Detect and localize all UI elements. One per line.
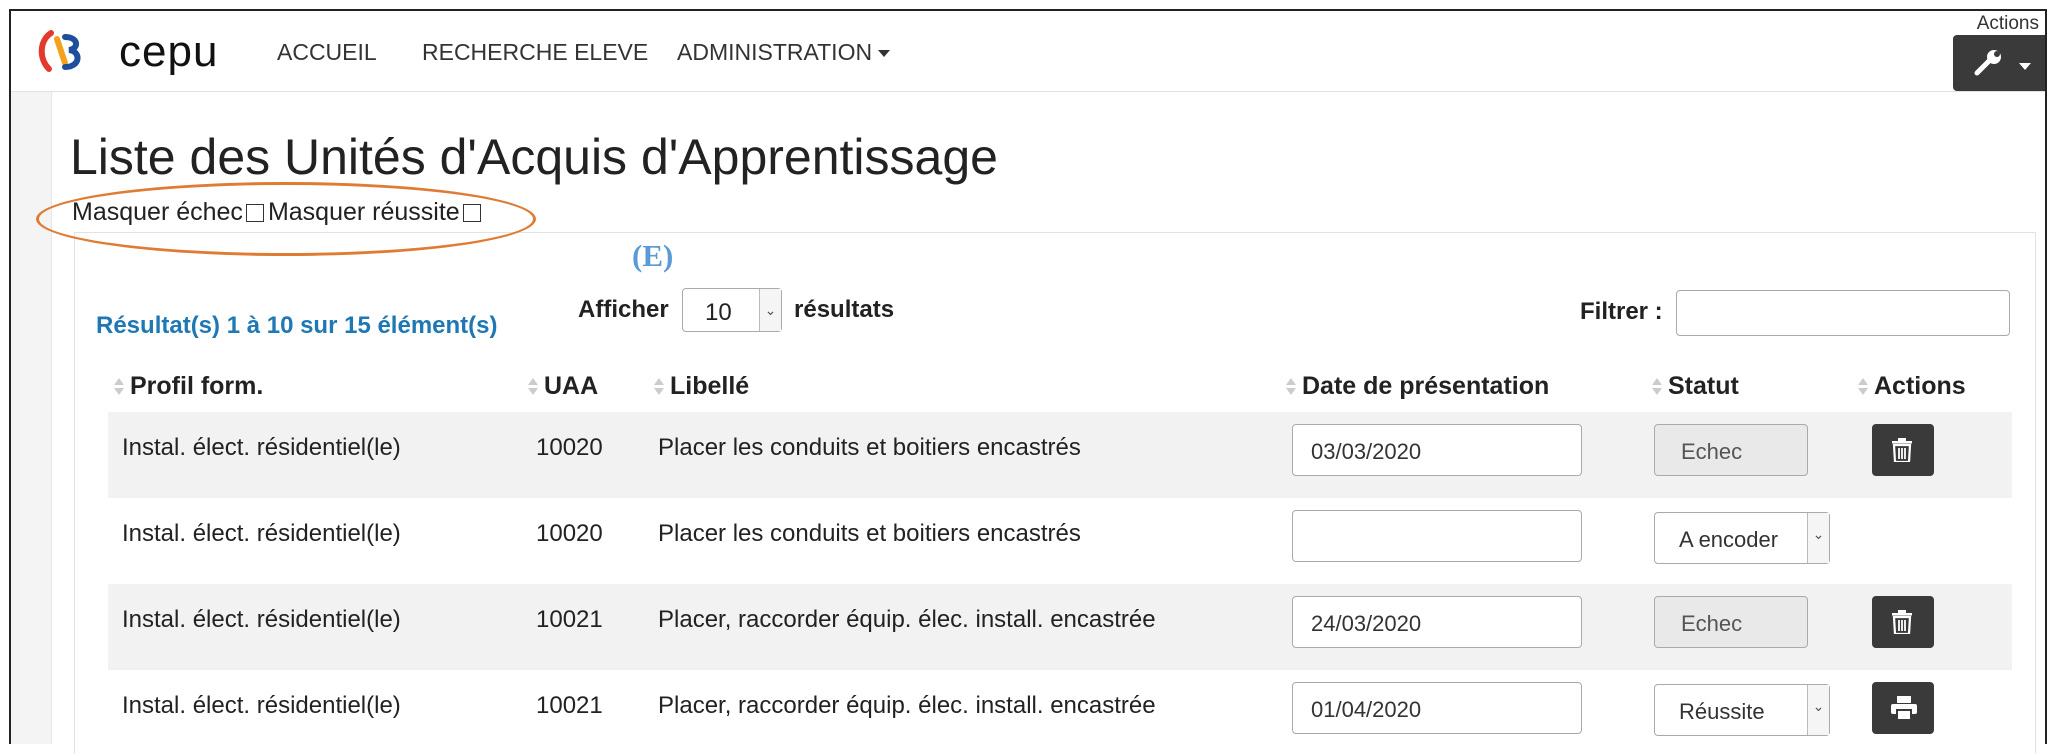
cell-uaa: 10020 xyxy=(536,434,603,461)
filter-label: Filtrer : xyxy=(1580,298,1663,325)
sort-icon xyxy=(528,378,538,396)
col-header-profile[interactable]: Profil form. xyxy=(114,372,263,401)
print-icon xyxy=(1891,696,1917,720)
sort-icon xyxy=(1652,378,1662,396)
date-input[interactable]: 01/04/2020 xyxy=(1292,682,1582,734)
col-header-date-label: Date de présentation xyxy=(1302,372,1550,400)
results-label: résultats xyxy=(794,296,895,323)
wrench-icon xyxy=(1974,50,2001,76)
table-row: Instal. élect. résidentiel(le) 10020 Pla… xyxy=(108,498,2012,584)
chevron-down-icon: ⌄ xyxy=(1807,513,1829,563)
caret-down-icon xyxy=(2019,63,2031,70)
cell-label: Placer, raccorder équip. élec. install. … xyxy=(658,692,1156,719)
status-readonly: Echec xyxy=(1654,424,1808,476)
col-header-status[interactable]: Statut xyxy=(1652,372,1739,401)
cell-profile: Instal. élect. résidentiel(le) xyxy=(122,520,401,547)
annotation-highlight-ellipse xyxy=(36,182,536,256)
filter-input[interactable] xyxy=(1676,290,2010,336)
table-row: Instal. élect. résidentiel(le) 10021 Pla… xyxy=(108,584,2012,670)
col-header-status-label: Statut xyxy=(1668,372,1739,400)
results-info: Résultat(s) 1 à 10 sur 15 élément(s) xyxy=(96,312,498,339)
cell-label: Placer les conduits et boitiers encastré… xyxy=(658,520,1081,547)
col-header-label[interactable]: Libellé xyxy=(654,372,749,401)
cell-uaa: 10021 xyxy=(536,606,603,633)
nav-student-search[interactable]: RECHERCHE ELEVE xyxy=(422,39,648,66)
status-select[interactable]: A encoder ⌄ xyxy=(1654,512,1830,564)
cell-profile: Instal. élect. résidentiel(le) xyxy=(122,606,401,633)
col-header-profile-label: Profil form. xyxy=(130,372,264,400)
cell-uaa: 10020 xyxy=(536,520,603,547)
col-header-date[interactable]: Date de présentation xyxy=(1286,372,1549,401)
caret-down-icon xyxy=(878,50,891,58)
sort-icon xyxy=(1858,378,1868,396)
cell-profile: Instal. élect. résidentiel(le) xyxy=(122,434,401,461)
status-readonly: Echec xyxy=(1654,596,1808,648)
status-select[interactable]: Réussite ⌄ xyxy=(1654,684,1830,736)
status-select-value: Réussite xyxy=(1679,699,1765,724)
trash-icon xyxy=(1892,438,1912,462)
cepu-logo[interactable] xyxy=(35,29,85,73)
page-title: Liste des Unités d'Acquis d'Apprentissag… xyxy=(70,129,998,185)
status-select-value: A encoder xyxy=(1679,527,1779,552)
nav-administration[interactable]: ADMINISTRATION xyxy=(677,39,891,66)
table-row: Instal. élect. résidentiel(le) 10020 Pla… xyxy=(108,412,2012,498)
delete-button[interactable] xyxy=(1872,596,1934,648)
cell-profile: Instal. élect. résidentiel(le) xyxy=(122,692,401,719)
page-size-select[interactable]: 10 ⌄ xyxy=(682,288,782,332)
sidebar-strip xyxy=(11,92,52,744)
date-input[interactable] xyxy=(1292,510,1582,562)
cell-uaa: 10021 xyxy=(536,692,603,719)
col-header-actions-label: Actions xyxy=(1874,372,1966,400)
date-input[interactable]: 24/03/2020 xyxy=(1292,596,1582,648)
chevron-down-icon: ⌄ xyxy=(759,289,781,331)
annotation-marker: (E) xyxy=(632,238,674,273)
table-row: Instal. élect. résidentiel(le) 10021 Pla… xyxy=(108,670,2012,756)
nav-home[interactable]: ACCUEIL xyxy=(277,39,377,66)
brand-name[interactable]: cepu xyxy=(119,27,218,77)
cell-label: Placer les conduits et boitiers encastré… xyxy=(658,434,1081,461)
top-navbar: cepu ACCUEIL RECHERCHE ELEVE ADMINISTRAT… xyxy=(11,11,2045,92)
delete-button[interactable] xyxy=(1872,424,1934,476)
page-size-label: Afficher xyxy=(578,296,669,323)
nav-administration-label: ADMINISTRATION xyxy=(677,39,873,65)
page-size-value: 10 xyxy=(705,299,732,326)
sort-icon xyxy=(1286,378,1296,396)
actions-menu-button[interactable] xyxy=(1953,35,2045,91)
chevron-down-icon: ⌄ xyxy=(1807,685,1829,735)
sort-icon xyxy=(114,378,124,396)
col-header-uaa-label: UAA xyxy=(544,372,599,400)
cell-label: Placer, raccorder équip. élec. install. … xyxy=(658,606,1156,633)
date-input[interactable]: 03/03/2020 xyxy=(1292,424,1582,476)
sort-icon xyxy=(654,378,664,396)
actions-menu-label: Actions xyxy=(1976,13,2039,34)
col-header-label-label: Libellé xyxy=(670,372,750,400)
col-header-uaa[interactable]: UAA xyxy=(528,372,598,401)
col-header-actions[interactable]: Actions xyxy=(1858,372,1966,401)
trash-icon xyxy=(1892,610,1912,634)
print-button[interactable] xyxy=(1872,682,1934,734)
